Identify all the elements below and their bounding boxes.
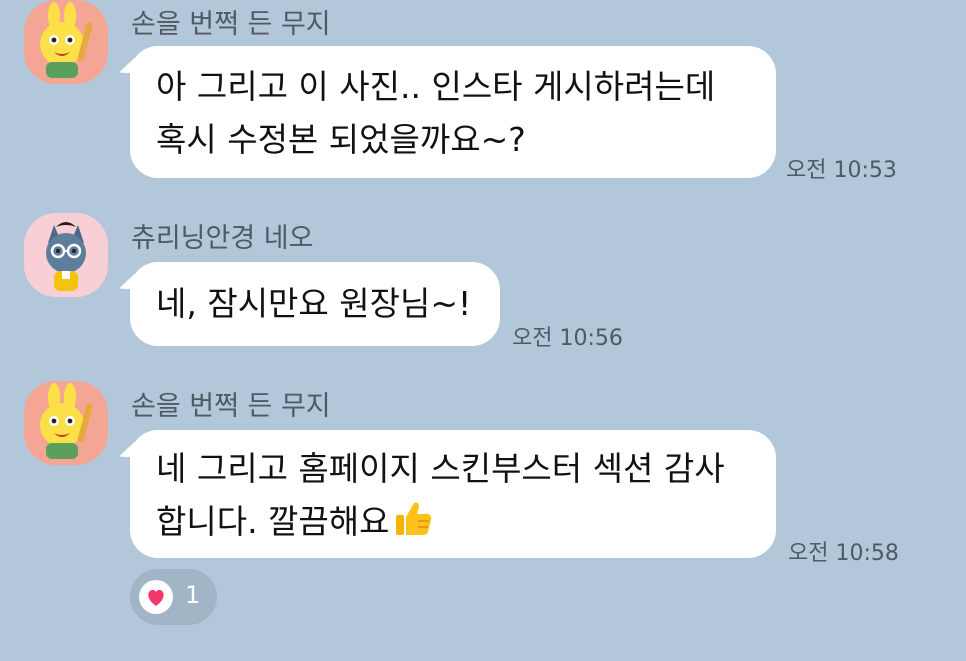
sender-name: 손을 번쩍 든 무지 bbox=[131, 391, 331, 422]
muzi-rabbit-avatar-icon bbox=[40, 383, 93, 459]
message-timestamp: 오전 10:53 bbox=[786, 158, 897, 183]
message-timestamp: 오전 10:58 bbox=[788, 541, 899, 566]
heart-reaction bbox=[139, 580, 173, 614]
sender-name: 손을 번쩍 든 무지 bbox=[131, 9, 331, 40]
message-text-line: 네, 잠시만요 원장님~! bbox=[156, 284, 472, 323]
reaction-badge[interactable]: 1 bbox=[130, 569, 217, 625]
message-bubble[interactable]: 네, 잠시만요 원장님~! bbox=[130, 262, 500, 346]
message-text-line: 네 그리고 홈페이지 스킨부스터 섹션 감사 bbox=[156, 449, 725, 488]
neo-cat-avatar-icon bbox=[46, 222, 86, 291]
reaction-count: 1 bbox=[185, 581, 201, 609]
sender-avatar[interactable] bbox=[24, 0, 108, 84]
thumbs-up-icon bbox=[392, 497, 434, 554]
sender-name: 츄리닝안경 네오 bbox=[131, 223, 314, 254]
message-timestamp: 오전 10:56 bbox=[512, 326, 623, 351]
message-bubble[interactable]: 아 그리고 이 사진.. 인스타 게시하려는데 혹시 수정본 되었을까요~? bbox=[130, 46, 776, 178]
message-text-line: 혹시 수정본 되었을까요~? bbox=[156, 120, 526, 159]
sender-avatar[interactable] bbox=[24, 213, 108, 297]
message-text-line: 합니다. 깔끔해요 bbox=[156, 502, 390, 541]
message-text-line: 아 그리고 이 사진.. 인스타 게시하려는데 bbox=[156, 67, 716, 106]
message-text-line-wrap: 합니다. 깔끔해요 bbox=[156, 495, 750, 554]
sender-avatar[interactable] bbox=[24, 381, 108, 465]
heart-icon bbox=[148, 589, 164, 606]
message-bubble[interactable]: 네 그리고 홈페이지 스킨부스터 섹션 감사 합니다. 깔끔해요 bbox=[130, 430, 776, 558]
muzi-rabbit-avatar-icon bbox=[40, 2, 93, 78]
